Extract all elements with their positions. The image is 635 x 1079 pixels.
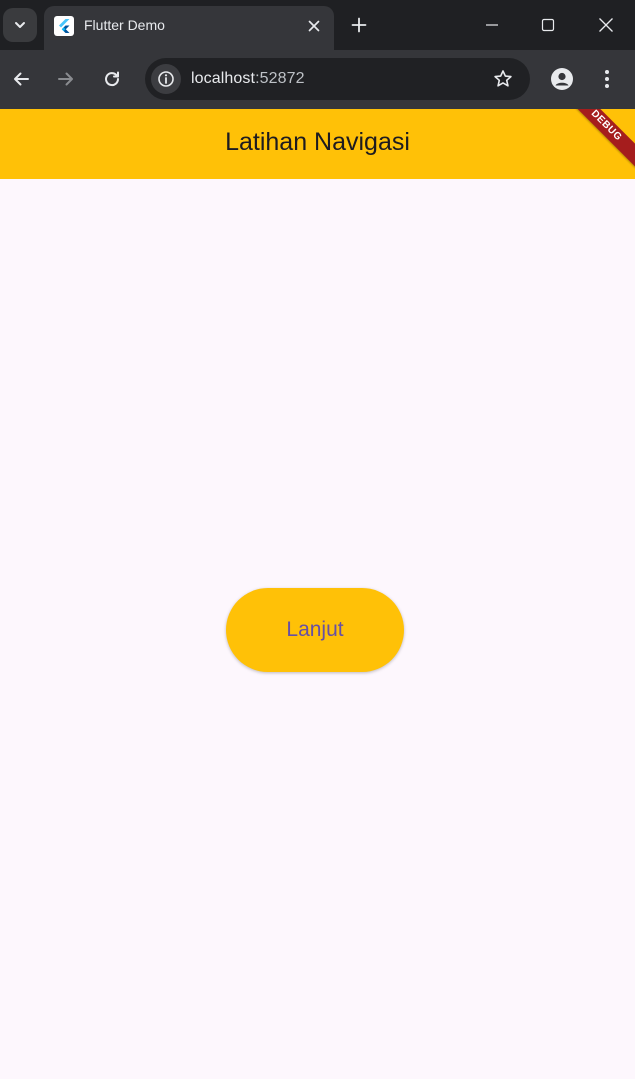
lanjut-button[interactable]: Lanjut xyxy=(226,588,404,672)
tab-title: Flutter Demo xyxy=(84,17,165,33)
plus-icon xyxy=(351,17,367,33)
back-button[interactable] xyxy=(6,64,36,94)
reload-button[interactable] xyxy=(97,64,127,94)
site-info-button[interactable] xyxy=(151,64,181,94)
bookmark-button[interactable] xyxy=(492,68,514,90)
minimize-icon xyxy=(486,24,498,26)
minimize-button[interactable] xyxy=(475,8,509,42)
address-bar[interactable]: localhost:52872 xyxy=(145,58,530,100)
tab-search-button[interactable] xyxy=(3,8,37,42)
browser-window: Flutter Demo localhost:52872 Latihan Nav… xyxy=(0,0,635,1079)
more-vertical-icon xyxy=(605,70,609,88)
flutter-logo-icon xyxy=(54,16,74,36)
menu-button[interactable] xyxy=(592,64,622,94)
maximize-icon xyxy=(541,18,555,32)
close-icon xyxy=(599,18,613,32)
tab-flutter-demo[interactable]: Flutter Demo xyxy=(44,6,334,50)
url-host: localhost xyxy=(191,70,256,87)
close-tab-button[interactable] xyxy=(304,16,324,36)
page-title: Latihan Navigasi xyxy=(225,128,410,156)
profile-button[interactable] xyxy=(547,64,577,94)
close-window-button[interactable] xyxy=(589,8,623,42)
star-icon xyxy=(494,70,512,87)
arrow-left-icon xyxy=(14,72,29,86)
arrow-right-icon xyxy=(58,72,73,86)
url-port: :52872 xyxy=(255,70,305,87)
chevron-down-icon xyxy=(15,22,25,28)
tab-strip: Flutter Demo xyxy=(0,0,635,50)
app-bar: Latihan Navigasi DEBUG xyxy=(0,109,635,179)
app-body: Lanjut xyxy=(0,179,635,1079)
info-icon xyxy=(158,71,174,87)
new-tab-button[interactable] xyxy=(346,12,372,38)
forward-button[interactable] xyxy=(51,64,81,94)
account-icon xyxy=(551,68,573,90)
browser-toolbar: localhost:52872 xyxy=(0,50,635,109)
maximize-button[interactable] xyxy=(531,8,565,42)
url-text: localhost:52872 xyxy=(191,70,305,88)
reload-icon xyxy=(105,71,120,87)
close-icon xyxy=(308,20,320,32)
